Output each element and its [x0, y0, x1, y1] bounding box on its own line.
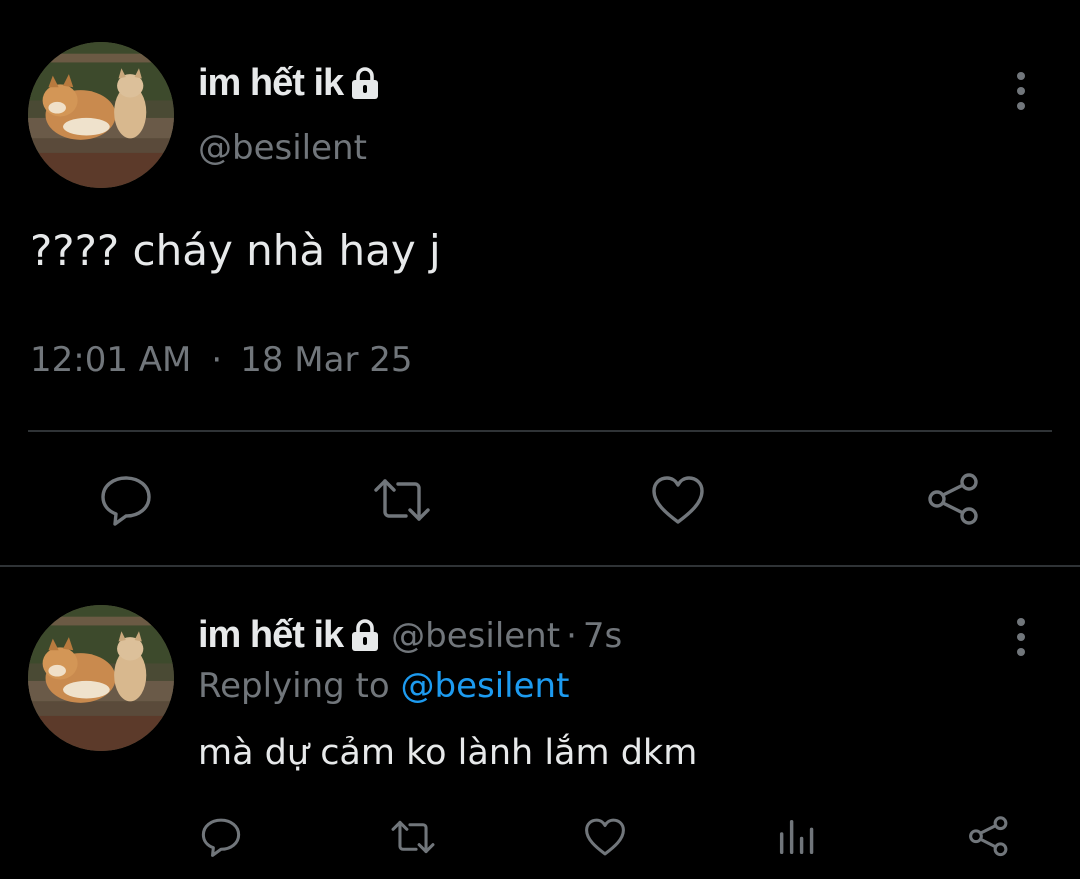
- avatar-photo: [28, 42, 174, 188]
- reply-handle[interactable]: @besilent: [391, 616, 560, 656]
- retweet-icon: [391, 820, 435, 854]
- lock-icon: [349, 66, 381, 100]
- analytics-button[interactable]: [772, 812, 822, 862]
- section-divider: [0, 565, 1080, 567]
- tweet-text: ???? cháy nhà hay j: [30, 226, 441, 275]
- like-icon: [585, 818, 625, 856]
- avatar-photo: [28, 605, 174, 751]
- author-handle[interactable]: @besilent: [198, 128, 367, 168]
- tweet-date: 18 Mar 25: [240, 340, 413, 380]
- tweet-time: 12:01 AM: [30, 340, 192, 380]
- reply-time[interactable]: 7s: [583, 616, 622, 656]
- avatar[interactable]: [28, 42, 174, 188]
- share-button[interactable]: [964, 812, 1014, 862]
- reply-text: mà dự cảm ko lành lắm dkm: [198, 733, 698, 773]
- reply-header: im hết ik @besilent · 7s: [198, 614, 622, 657]
- more-options-icon[interactable]: [1015, 72, 1027, 110]
- replying-to-line: Replying to @besilent: [198, 666, 569, 706]
- replying-to-mention[interactable]: @besilent: [401, 666, 570, 706]
- reply-icon: [201, 818, 241, 857]
- divider: [28, 430, 1052, 432]
- retweet-icon: [374, 479, 430, 521]
- meta-separator: ·: [211, 340, 223, 380]
- reply-display-name[interactable]: im hết ik: [198, 614, 344, 657]
- retweet-button[interactable]: [372, 470, 432, 530]
- reply-button[interactable]: [96, 470, 156, 530]
- reply-dot: ·: [566, 615, 577, 656]
- reply-icon: [101, 476, 151, 526]
- tweet-timestamp[interactable]: 12:01 AM · 18 Mar 25: [30, 340, 413, 380]
- display-name[interactable]: im hết ik: [198, 62, 344, 105]
- like-button[interactable]: [580, 812, 630, 862]
- analytics-icon: [779, 819, 814, 855]
- like-icon: [652, 476, 704, 524]
- lock-icon: [349, 618, 381, 652]
- replying-prefix: Replying to: [198, 666, 401, 706]
- reply-avatar[interactable]: [28, 605, 174, 751]
- more-options-icon[interactable]: [1015, 618, 1027, 656]
- main-tweet: im hết ik @besilent ???? cháy nhà hay j …: [0, 0, 1080, 566]
- like-button[interactable]: [648, 470, 708, 530]
- share-icon: [928, 473, 978, 525]
- share-icon: [969, 816, 1008, 857]
- author-name-row[interactable]: im hết ik: [198, 62, 381, 105]
- reply-button[interactable]: [196, 812, 246, 862]
- share-button[interactable]: [924, 470, 984, 530]
- retweet-button[interactable]: [388, 812, 438, 862]
